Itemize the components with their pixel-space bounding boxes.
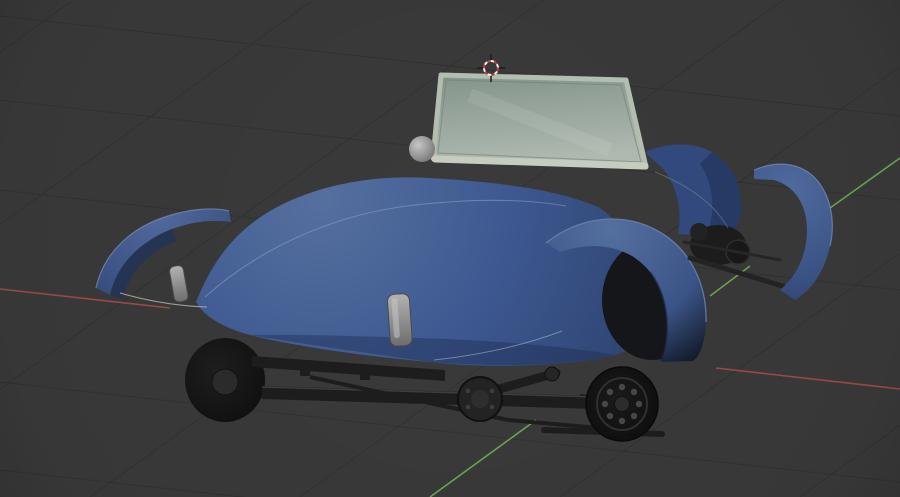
differential-bolt [465,404,471,410]
brake-drum-hub [614,396,630,412]
chassis-bracket[interactable] [360,366,370,380]
differential-hub [471,390,489,408]
headlamp-knob[interactable] [409,136,435,162]
rear-wheel-left-hub[interactable] [211,368,239,396]
chassis-bracket[interactable] [300,362,310,376]
u-joint[interactable] [544,366,560,382]
tail-lamp[interactable] [386,293,413,347]
differential-bolt [465,388,471,394]
differential-bolt [489,404,495,410]
viewport[interactable] [0,0,900,497]
viewport-canvas[interactable] [0,0,900,497]
front-suspension-joint [690,223,708,241]
differential-bolt [489,388,495,394]
windshield[interactable] [430,72,649,170]
